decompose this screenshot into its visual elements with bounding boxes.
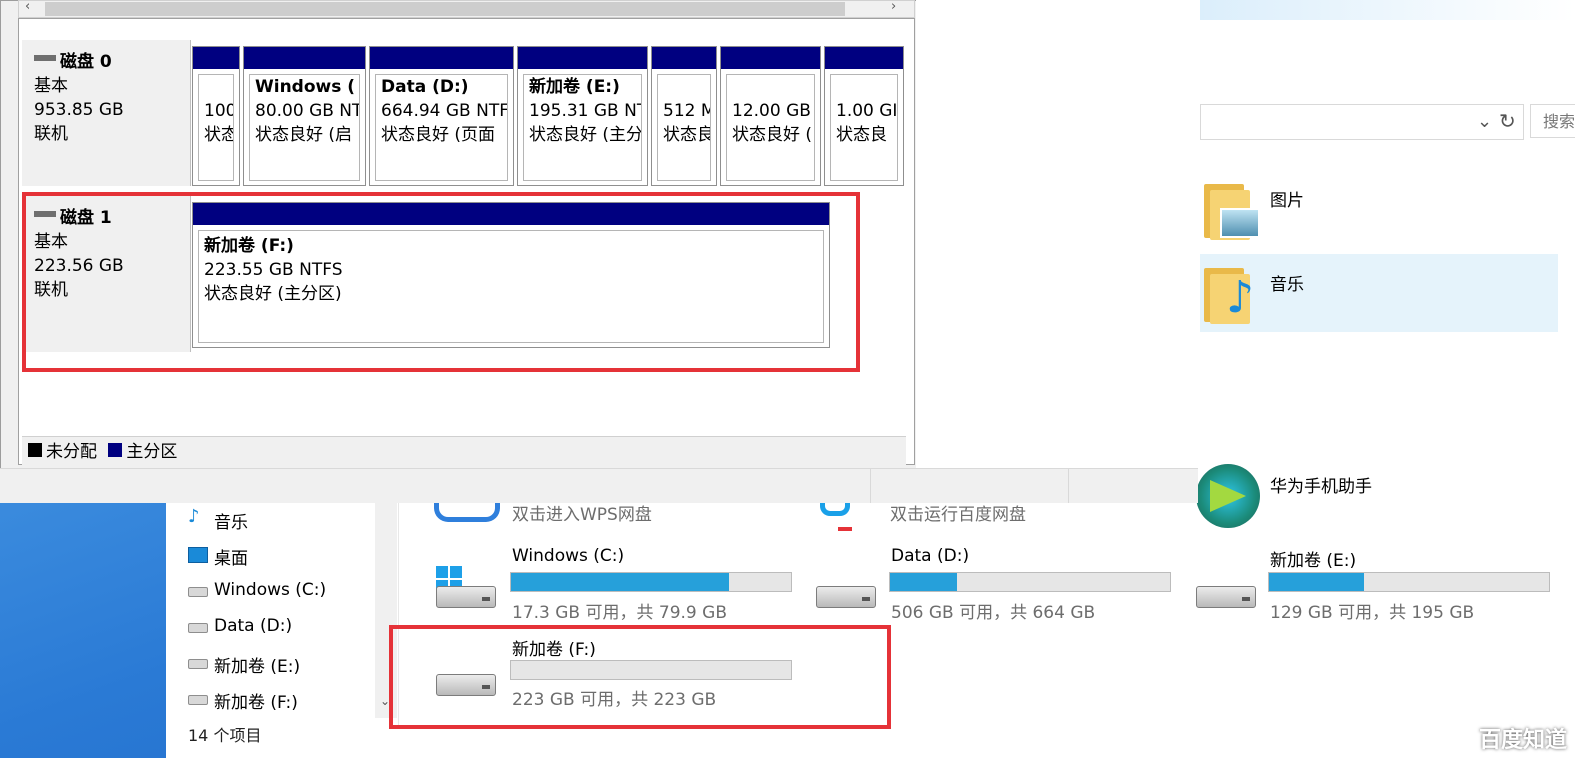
drive-e-free: 129 GB 可用，共 195 GB (1270, 603, 1475, 623)
nav-item-music[interactable]: ♪ 音乐 (188, 506, 248, 533)
wps-cloud-label[interactable]: 双击进入WPS网盘 (512, 500, 652, 525)
drive-icon (188, 659, 208, 669)
ribbon-strip (1200, 0, 1575, 20)
search-input[interactable]: 搜索 (1530, 104, 1575, 138)
drive-d-usage-bar (889, 572, 1171, 592)
disk0-partition-512m[interactable]: 512 M 状态良 (651, 46, 717, 186)
disk0-partition-e[interactable]: 新加卷 (E:) 195.31 GB NT 状态良好 (主分 (517, 46, 648, 186)
nav-item-drive-f[interactable]: 新加卷 (F:) (188, 688, 298, 713)
baidu-netdisk-icon-accent (838, 527, 852, 531)
legend-primary: 主分区 (108, 442, 177, 462)
unallocated-swatch (28, 443, 42, 457)
disk-management-blank-pane (916, 0, 1198, 468)
disk0-label[interactable]: 磁盘 0 基本 953.85 GB 联机 (22, 40, 191, 186)
highlight-disk1 (22, 192, 860, 372)
chevron-down-icon[interactable]: ⌄ (1477, 111, 1492, 132)
music-folder-icon[interactable]: ♪ (1200, 262, 1256, 326)
nav-item-drive-d[interactable]: Data (D:) (188, 616, 292, 636)
watermark: 百度知道 (1479, 728, 1568, 753)
item-count: 14 个项目 (188, 726, 262, 745)
drive-icon (188, 695, 208, 705)
drive-c-usage-fill (511, 573, 730, 591)
huawei-assistant-icon[interactable] (1196, 464, 1260, 528)
primary-swatch (108, 443, 123, 457)
nav-item-drive-c[interactable]: Windows (C:) (188, 580, 326, 600)
chevron-right-icon[interactable]: › (891, 0, 896, 14)
horizontal-scrollbar[interactable]: ‹ › (18, 0, 915, 18)
folder-label-music[interactable]: 音乐 (1270, 270, 1304, 295)
windows-drive-icon (188, 587, 208, 597)
desktop-icon (188, 547, 208, 563)
drive-c-name[interactable]: Windows (C:) (512, 546, 624, 566)
disk0-partition-1g[interactable]: 1.00 GI 状态良 (824, 46, 904, 186)
drive-d-usage-fill (890, 573, 958, 591)
music-note-icon: ♪ (188, 506, 200, 527)
disk0-partition-12g[interactable]: 12.00 GB 状态良好 ( (720, 46, 821, 186)
hdd-icon (816, 580, 878, 610)
folder-label-pictures[interactable]: 图片 (1270, 186, 1304, 211)
drive-e-name[interactable]: 新加卷 (E:) (1270, 546, 1356, 571)
disk0-partition-windows[interactable]: Windows ( 80.00 GB NT 状态良好 (启 (243, 46, 366, 186)
baidu-netdisk-label[interactable]: 双击运行百度网盘 (890, 500, 1026, 525)
disk-icon (34, 55, 56, 61)
nav-item-desktop[interactable]: 桌面 (188, 544, 248, 569)
huawei-assistant-label[interactable]: 华为手机助手 (1270, 472, 1372, 497)
disk0-partition-data[interactable]: Data (D:) 664.94 GB NTF 状态良好 (页面 (369, 46, 514, 186)
disk-management-statusbar (0, 468, 1198, 503)
navigation-pane: ♪ 音乐 桌面 Windows (C:) Data (D:) 新加卷 (E:) … (166, 500, 398, 725)
hdd-icon (1196, 580, 1258, 610)
highlight-drive-f (389, 625, 891, 729)
drive-e-usage-fill (1269, 573, 1365, 591)
chevron-left-icon[interactable]: ‹ (25, 0, 30, 14)
disk0-partition-1[interactable]: 100 状态 (192, 46, 240, 186)
pictures-folder-icon[interactable] (1200, 178, 1260, 242)
hdd-icon (436, 580, 498, 610)
drive-c-usage-bar (510, 572, 792, 592)
drive-d-name[interactable]: Data (D:) (891, 546, 969, 566)
partition-legend: 未分配 主分区 (22, 436, 906, 465)
drive-c-free: 17.3 GB 可用，共 79.9 GB (512, 603, 727, 623)
legend-unallocated: 未分配 (28, 442, 102, 462)
nav-item-drive-e[interactable]: 新加卷 (E:) (188, 652, 300, 677)
drive-e-usage-bar (1268, 572, 1550, 592)
refresh-icon[interactable]: ↻ (1499, 109, 1516, 133)
address-bar[interactable]: ⌄ ↻ (1200, 104, 1524, 140)
drive-icon (188, 623, 208, 633)
drive-d-free: 506 GB 可用，共 664 GB (891, 603, 1096, 623)
scrollbar-thumb[interactable] (45, 2, 845, 16)
